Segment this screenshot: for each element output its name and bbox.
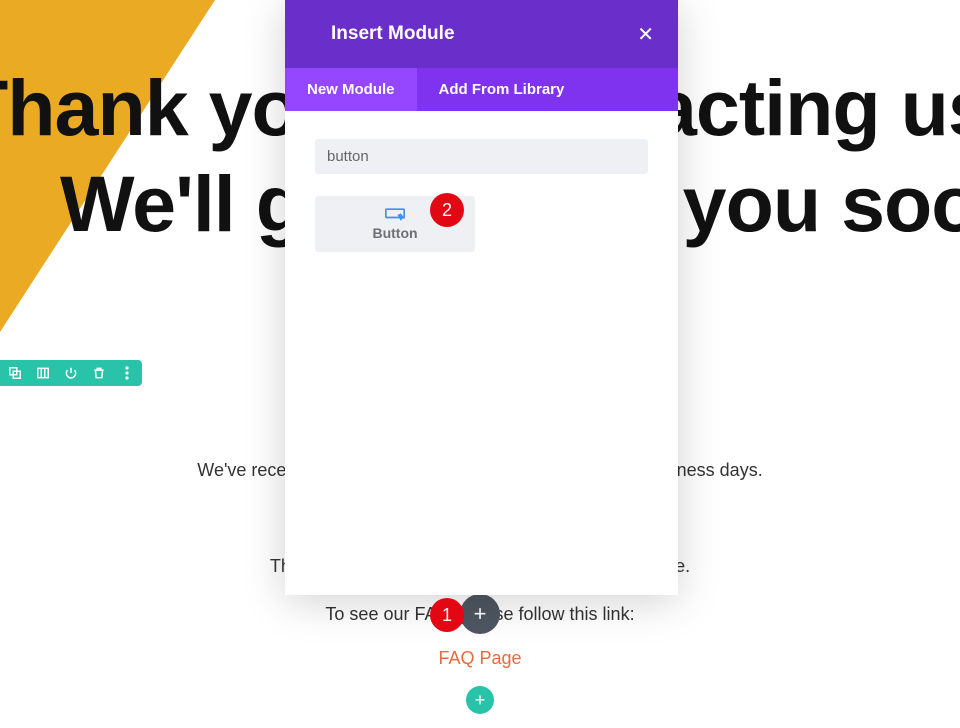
tab-add-from-library[interactable]: Add From Library <box>417 68 587 111</box>
add-module-fab[interactable]: + <box>460 594 500 634</box>
close-icon[interactable]: ✕ <box>637 22 654 47</box>
tab-new-module[interactable]: New Module <box>285 68 417 111</box>
modal-title: Insert Module <box>331 23 455 45</box>
insert-module-modal: Insert Module ✕ New Module Add From Libr… <box>285 0 678 595</box>
power-icon[interactable] <box>62 364 80 382</box>
modal-header: Insert Module ✕ <box>285 0 678 68</box>
layers-icon[interactable] <box>6 364 24 382</box>
module-grid: Button <box>315 196 648 252</box>
annotation-badge-2: 2 <box>430 193 464 227</box>
module-button-label: Button <box>372 225 417 241</box>
section-toolbar[interactable] <box>0 360 142 386</box>
modal-body: Button <box>285 111 678 595</box>
more-icon[interactable] <box>118 364 136 382</box>
annotation-badge-1: 1 <box>430 598 464 632</box>
add-row-fab[interactable]: + <box>466 686 494 714</box>
trash-icon[interactable] <box>90 364 108 382</box>
module-search-input[interactable] <box>315 139 648 174</box>
button-module-icon <box>385 208 405 222</box>
columns-icon[interactable] <box>34 364 52 382</box>
faq-link[interactable]: FAQ Page <box>0 648 960 669</box>
modal-tabs: New Module Add From Library <box>285 68 678 111</box>
